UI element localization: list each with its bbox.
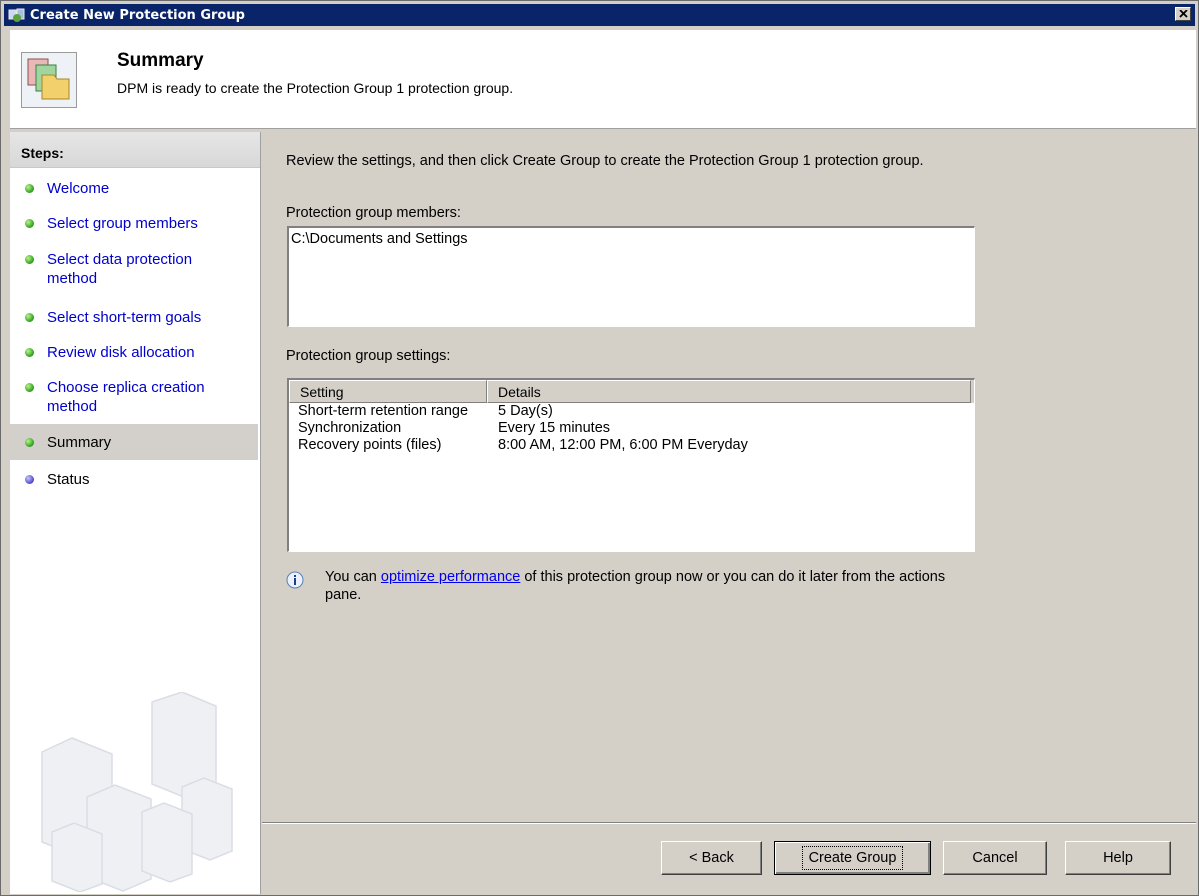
create-group-button-label: Create Group [801, 846, 904, 870]
step-select-short-term-goals[interactable]: Select short-term goals [10, 308, 258, 327]
step-label: Summary [47, 433, 112, 451]
info-message: You can optimize performance of this pro… [284, 568, 965, 604]
steps-pane: Steps: Welcome Select group members Sele… [10, 132, 261, 894]
settings-list[interactable]: Setting Details Short-term retention ran… [287, 378, 975, 552]
step-complete-icon [25, 383, 34, 392]
table-row[interactable]: Synchronization Every 15 minutes [289, 420, 974, 437]
step-label: Review disk allocation [47, 344, 195, 361]
step-label: Welcome [47, 180, 110, 197]
step-complete-icon [25, 219, 34, 228]
info-text: You can optimize performance of this pro… [325, 568, 965, 604]
step-complete-icon [25, 255, 34, 264]
settings-list-header: Setting Details [289, 380, 974, 403]
step-welcome[interactable]: Welcome [10, 179, 258, 198]
dpm-app-icon [8, 8, 25, 22]
step-status: Status [10, 470, 258, 489]
setting-cell: Short-term retention range [298, 403, 469, 419]
wizard-header: Summary DPM is ready to create the Prote… [10, 30, 1196, 129]
servers-watermark-icon [41, 692, 233, 892]
close-icon [1178, 10, 1188, 18]
step-select-data-protection-method[interactable]: Select data protection method [10, 250, 258, 288]
intro-text: Review the settings, and then click Crea… [286, 153, 924, 169]
setting-cell: Synchronization [298, 420, 402, 436]
page-title: Summary [117, 50, 204, 71]
step-label: Status [47, 471, 90, 488]
step-summary[interactable]: Summary [10, 424, 258, 460]
step-complete-icon [25, 184, 34, 193]
cancel-button[interactable]: Cancel [943, 841, 1047, 875]
details-cell: Every 15 minutes [498, 420, 611, 436]
help-button-label: Help [1103, 850, 1133, 866]
step-complete-icon [25, 348, 34, 357]
step-label: Choose replica creation method [47, 379, 205, 415]
column-header-setting[interactable]: Setting [289, 380, 487, 403]
step-current-icon [25, 437, 34, 447]
close-button[interactable] [1175, 7, 1191, 21]
member-item: C:\Documents and Settings [291, 231, 468, 247]
column-header-details[interactable]: Details [487, 380, 971, 403]
table-row[interactable]: Recovery points (files) 8:00 AM, 12:00 P… [289, 437, 974, 454]
protection-group-icon [21, 52, 77, 108]
setting-cell: Recovery points (files) [298, 437, 442, 453]
main-content: Review the settings, and then click Crea… [262, 132, 1196, 822]
info-prefix: You can [325, 569, 381, 585]
step-label: Select data protection method [47, 251, 193, 287]
step-pending-icon [25, 475, 34, 484]
cancel-button-label: Cancel [972, 850, 1018, 866]
step-choose-replica-creation-method[interactable]: Choose replica creation method [10, 378, 258, 416]
step-label: Select group members [47, 215, 198, 232]
footer-divider [262, 822, 1196, 824]
back-button-label: < Back [689, 850, 734, 866]
title-bar: Create New Protection Group [4, 4, 1195, 26]
members-list[interactable]: C:\Documents and Settings [287, 226, 975, 327]
step-review-disk-allocation[interactable]: Review disk allocation [10, 343, 258, 362]
step-label: Select short-term goals [47, 309, 202, 326]
page-description: DPM is ready to create the Protection Gr… [117, 80, 514, 96]
create-group-button[interactable]: Create Group [774, 841, 931, 875]
steps-heading: Steps: [10, 132, 260, 168]
members-label: Protection group members: [286, 205, 461, 221]
window-title: Create New Protection Group [30, 7, 245, 23]
details-cell: 8:00 AM, 12:00 PM, 6:00 PM Everyday [498, 437, 748, 453]
info-icon [286, 571, 304, 589]
settings-label: Protection group settings: [286, 348, 451, 364]
wizard-window: Create New Protection Group Summary DPM … [0, 0, 1199, 896]
help-button[interactable]: Help [1065, 841, 1171, 875]
table-row[interactable]: Short-term retention range 5 Day(s) [289, 403, 974, 420]
details-cell: 5 Day(s) [498, 403, 553, 419]
step-complete-icon [25, 313, 34, 322]
step-select-group-members[interactable]: Select group members [10, 214, 258, 233]
back-button[interactable]: < Back [661, 841, 762, 875]
optimize-performance-link[interactable]: optimize performance [381, 569, 520, 585]
